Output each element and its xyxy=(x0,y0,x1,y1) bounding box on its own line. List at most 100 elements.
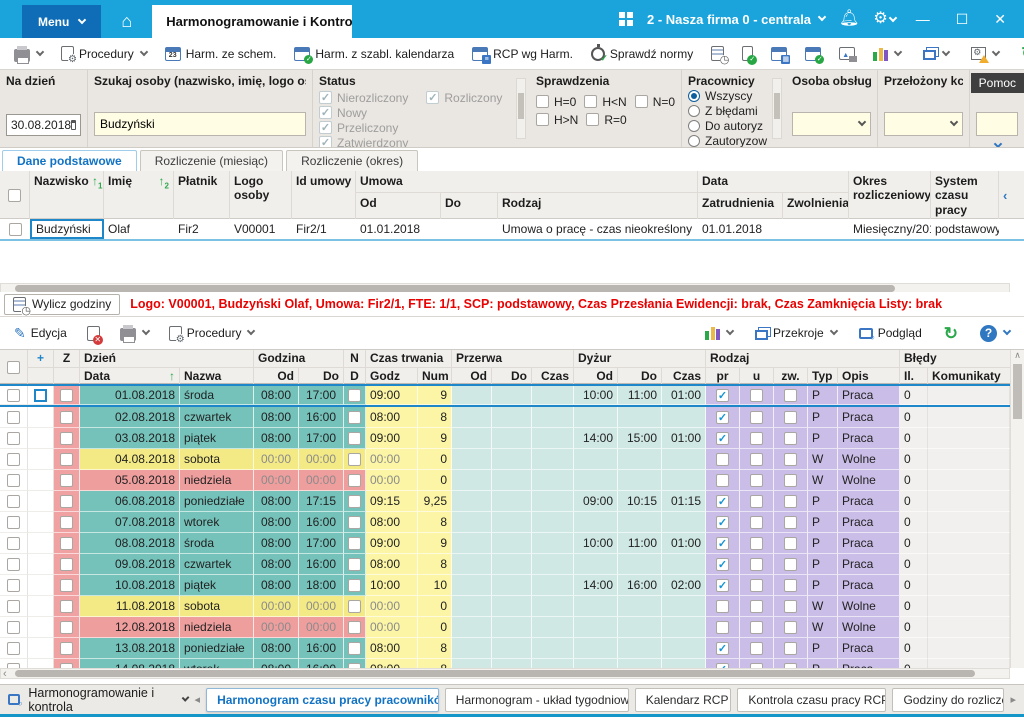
cell-od[interactable]: 00:00 xyxy=(254,617,299,638)
checkbox[interactable] xyxy=(7,389,20,402)
u-checkbox[interactable] xyxy=(740,491,774,512)
cell-dyzur-do[interactable] xyxy=(618,617,662,638)
cell-num[interactable]: 0 xyxy=(418,470,452,491)
checkbox[interactable] xyxy=(7,474,20,487)
cell-komunikaty[interactable] xyxy=(928,575,1010,596)
cell-do[interactable]: 18:00 xyxy=(299,575,344,596)
z-checkbox[interactable] xyxy=(54,638,80,659)
pr-checkbox[interactable] xyxy=(706,638,740,659)
row-focus-cell[interactable] xyxy=(28,638,54,659)
cell-dyzur-od[interactable]: 10:00 xyxy=(574,386,618,405)
cell-przerwa-czas[interactable] xyxy=(532,428,574,449)
cell-opis[interactable]: Praca xyxy=(838,533,900,554)
checkbox[interactable] xyxy=(348,453,361,466)
pracownicy-option[interactable]: Z błędami xyxy=(688,103,764,118)
cell-dyzur-do[interactable] xyxy=(618,596,662,617)
cell-przerwa-od[interactable] xyxy=(452,470,492,491)
cell-do[interactable]: 17:00 xyxy=(299,533,344,554)
u-checkbox[interactable] xyxy=(740,617,774,638)
col-platnik[interactable]: Płatnik xyxy=(174,171,230,219)
pr-checkbox[interactable] xyxy=(706,428,740,449)
cell-od[interactable]: 00:00 xyxy=(254,470,299,491)
cell-dyzur-do[interactable] xyxy=(618,449,662,470)
procedury-button-2[interactable]: Procedury xyxy=(163,323,261,344)
settings-warning-button[interactable] xyxy=(965,44,1005,63)
checkbox[interactable] xyxy=(348,642,361,655)
cell-dyzur-do[interactable] xyxy=(618,659,662,668)
row-checkbox[interactable] xyxy=(0,428,28,449)
osoba-obslug-select[interactable] xyxy=(792,112,871,136)
u-checkbox[interactable] xyxy=(740,638,774,659)
cell-date[interactable]: 01.08.2018 xyxy=(80,386,180,405)
checkbox[interactable] xyxy=(750,432,763,445)
checkbox[interactable] xyxy=(348,537,361,550)
checkbox[interactable] xyxy=(60,495,73,508)
radio[interactable] xyxy=(688,120,700,132)
cell-przerwa-do[interactable] xyxy=(492,533,532,554)
nd-checkbox[interactable] xyxy=(344,596,366,617)
cell-od[interactable]: 08:00 xyxy=(254,428,299,449)
cell-dyzur-czas[interactable] xyxy=(662,407,706,428)
cell-komunikaty[interactable] xyxy=(928,554,1010,575)
col-rodzaj[interactable]: Rodzaj xyxy=(498,193,698,219)
cell-przerwa-czas[interactable] xyxy=(532,638,574,659)
checkbox[interactable] xyxy=(348,558,361,571)
col-z[interactable]: Z xyxy=(54,350,80,367)
zw-checkbox[interactable] xyxy=(774,512,808,533)
na-dzien-date-input[interactable]: 30.08.2018 xyxy=(6,114,81,136)
u-checkbox[interactable] xyxy=(740,575,774,596)
bottom-tab-harmonogram-czasu-pracy[interactable]: Harmonogram czasu pracy pracowników xyxy=(206,688,439,712)
select-all-checkbox[interactable] xyxy=(8,189,21,202)
col-nazwa[interactable]: Nazwa xyxy=(180,367,254,384)
cell-opis[interactable]: Wolne xyxy=(838,596,900,617)
col-u[interactable]: u xyxy=(740,367,774,384)
report-clock-button[interactable] xyxy=(705,43,730,64)
z-checkbox[interactable] xyxy=(54,659,80,668)
checkbox[interactable] xyxy=(584,95,597,108)
checkbox[interactable] xyxy=(716,600,729,613)
cell-przerwa-do[interactable] xyxy=(492,575,532,596)
z-checkbox[interactable] xyxy=(54,407,80,428)
cell-num[interactable]: 9,25 xyxy=(418,491,452,512)
cell-przerwa-od[interactable] xyxy=(452,659,492,668)
col-imie[interactable]: Imię ↑2 xyxy=(104,171,174,219)
cell-do[interactable]: 00:00 xyxy=(299,449,344,470)
checkbox[interactable] xyxy=(716,579,729,592)
row-focus-cell[interactable] xyxy=(28,596,54,617)
pracownicy-scrollbar[interactable] xyxy=(772,78,782,139)
checkbox[interactable] xyxy=(7,537,20,550)
cell-dyzur-czas[interactable]: 01:00 xyxy=(662,428,706,449)
cell-dyzur-do[interactable] xyxy=(618,638,662,659)
search-person-input[interactable] xyxy=(94,112,306,136)
cell-do[interactable]: 00:00 xyxy=(299,596,344,617)
schedule-row[interactable]: 11.08.2018sobota00:0000:0000:000WWolne0 xyxy=(0,596,1010,617)
edycja-button[interactable]: ✎Edycja xyxy=(8,322,73,345)
cell-przerwa-od[interactable] xyxy=(452,575,492,596)
cell-num[interactable]: 0 xyxy=(418,617,452,638)
cell-opis[interactable]: Praca xyxy=(838,512,900,533)
cell-przerwa-od[interactable] xyxy=(452,449,492,470)
cell-do[interactable]: 17:00 xyxy=(299,428,344,449)
cell-do[interactable]: 16:00 xyxy=(299,659,344,668)
cell-dyzur-od[interactable] xyxy=(574,512,618,533)
checkbox[interactable] xyxy=(750,537,763,550)
cell-dyzur-od[interactable] xyxy=(574,554,618,575)
pr-checkbox[interactable] xyxy=(706,554,740,575)
cell-komunikaty[interactable] xyxy=(928,470,1010,491)
print-button[interactable] xyxy=(8,43,49,65)
cell-dyzur-od[interactable] xyxy=(574,659,618,668)
col-group-godzina[interactable]: Godzina xyxy=(254,350,344,367)
col-komunikaty[interactable]: Komunikaty xyxy=(928,367,1010,384)
checkbox[interactable] xyxy=(60,453,73,466)
status-option[interactable]: Nierozliczony xyxy=(319,90,408,105)
checkbox[interactable] xyxy=(750,642,763,655)
zw-checkbox[interactable] xyxy=(774,470,808,491)
cell-opis[interactable]: Praca xyxy=(838,554,900,575)
u-checkbox[interactable] xyxy=(740,428,774,449)
refresh-button[interactable]: ↻ xyxy=(1015,42,1024,65)
checkbox[interactable] xyxy=(784,411,797,424)
checkbox[interactable] xyxy=(7,432,20,445)
cell-przerwa-czas[interactable] xyxy=(532,554,574,575)
checkbox[interactable] xyxy=(750,495,763,508)
zw-checkbox[interactable] xyxy=(774,596,808,617)
